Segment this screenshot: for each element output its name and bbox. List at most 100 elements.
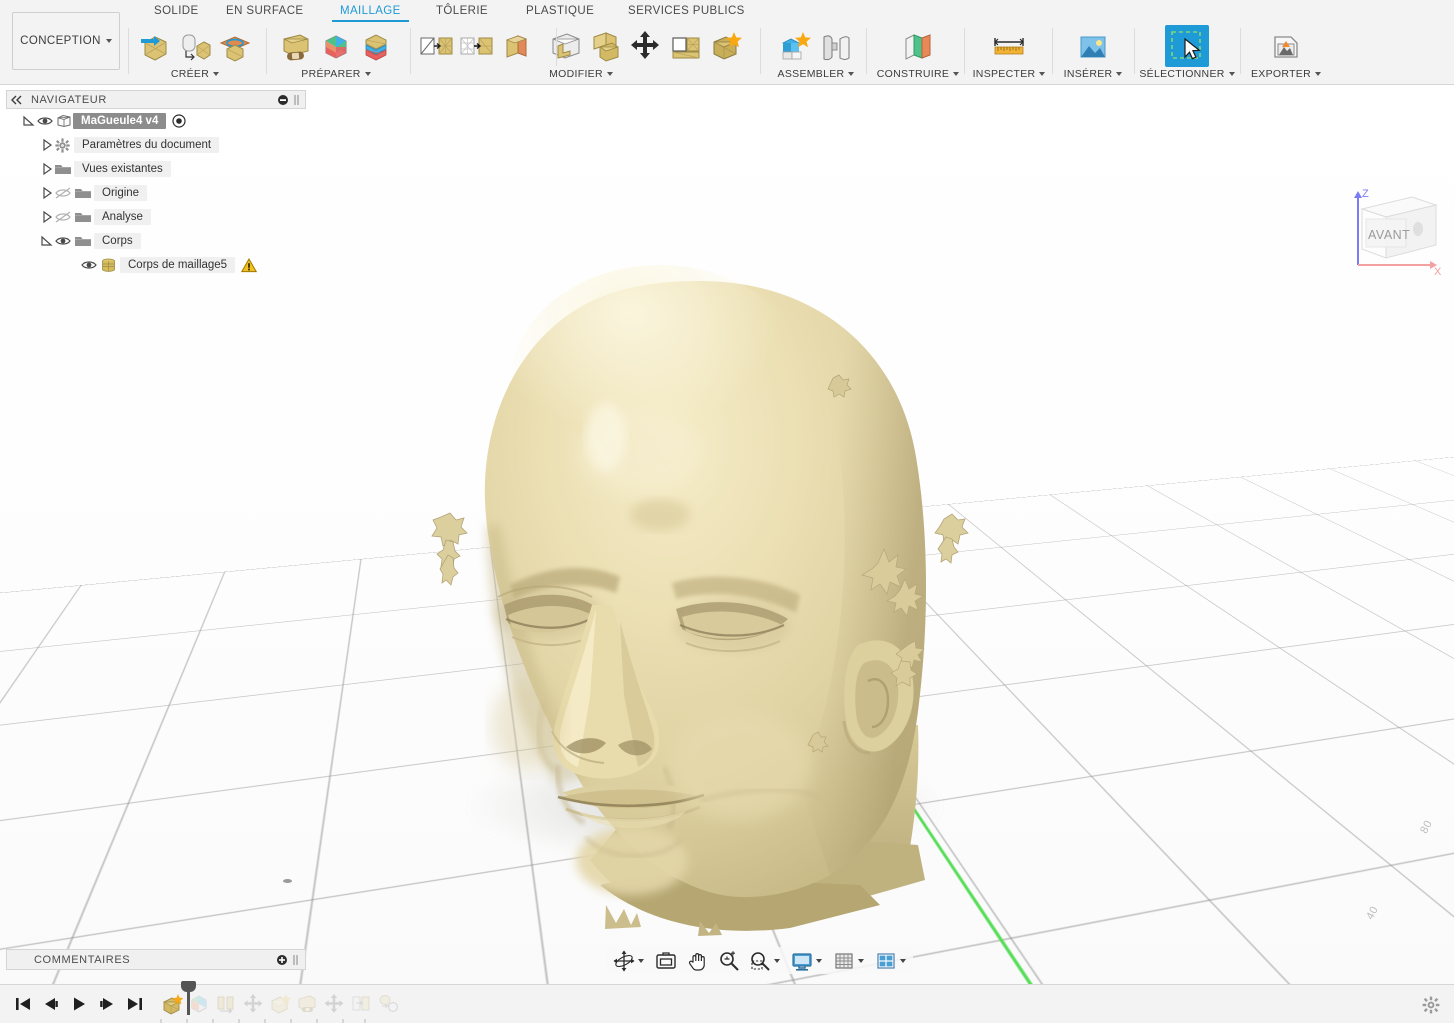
timeline-feature-mesh-remesh[interactable] — [376, 992, 400, 1016]
grid-snaps-icon[interactable] — [831, 949, 866, 973]
chevron-collapsed-icon[interactable] — [40, 210, 54, 224]
visibility-eye-icon[interactable] — [54, 234, 72, 248]
step-backward-button[interactable] — [42, 996, 60, 1012]
panel-label-construire[interactable]: CONSTRUIRE — [877, 68, 960, 80]
chevron-down-icon[interactable] — [816, 958, 822, 963]
chevron-down-icon[interactable] — [638, 958, 644, 963]
look-at-icon[interactable] — [653, 949, 679, 973]
chevron-collapsed-icon[interactable] — [40, 186, 54, 200]
browser-navigator-panel: NAVIGATEUR MaGueule4 v4 Paramètres du do… — [6, 90, 306, 277]
panel-label-selectionner[interactable]: SÉLECTIONNER — [1139, 68, 1235, 80]
mesh-reduce-button[interactable] — [707, 26, 745, 66]
panel-construire: CONSTRUIRE — [870, 22, 966, 84]
workspace-switcher-button[interactable]: CONCEPTION — [12, 12, 120, 70]
mesh-delete-face-button[interactable] — [667, 26, 705, 66]
tab-tolerie[interactable]: TÔLERIE — [428, 0, 496, 22]
chevron-collapsed-icon[interactable] — [40, 162, 54, 176]
browser-row-analysis[interactable]: Analyse — [6, 205, 306, 229]
zoom-icon[interactable] — [716, 949, 742, 973]
panel-creer: CRÉER — [132, 22, 258, 84]
timeline-bar — [0, 981, 1454, 1023]
panel-resize-handle[interactable] — [292, 954, 300, 966]
browser-row-label: Corps de maillage5 — [120, 257, 236, 273]
tab-solide[interactable]: SOLIDE — [146, 0, 207, 22]
warning-icon[interactable] — [241, 257, 258, 273]
panel-resize-handle[interactable] — [293, 94, 301, 106]
new-component-button[interactable] — [777, 26, 815, 66]
skip-to-start-button[interactable] — [14, 996, 32, 1012]
panel-label-inserer[interactable]: INSÉRER — [1064, 68, 1123, 80]
create-mesh-from-solid-button[interactable] — [176, 26, 214, 66]
brep-to-mesh-button[interactable] — [457, 26, 495, 66]
view-cube[interactable]: Z X AVANT — [1340, 183, 1450, 288]
zoom-window-icon[interactable] — [747, 949, 782, 973]
browser-row-component[interactable]: MaGueule4 v4 — [6, 109, 306, 133]
skip-to-end-button[interactable] — [126, 996, 144, 1012]
pan-hand-icon[interactable] — [685, 949, 711, 973]
tab-maillage[interactable]: MAILLAGE — [332, 0, 409, 22]
chevron-expanded-icon[interactable] — [22, 114, 36, 128]
tab-services-publics[interactable]: SERVICES PUBLICS — [620, 0, 753, 22]
add-comment-icon[interactable] — [276, 954, 288, 966]
timeline-feature-mesh-split[interactable] — [214, 992, 238, 1016]
timeline-feature-mesh-combine[interactable] — [268, 992, 292, 1016]
orbit-icon[interactable] — [611, 949, 646, 973]
chevron-down-icon[interactable] — [858, 958, 864, 963]
mesh-segment-button[interactable] — [317, 26, 355, 66]
insert-canvas-button[interactable] — [1069, 26, 1117, 66]
browser-row-mesh-body[interactable]: Corps de maillage5 — [6, 253, 306, 277]
browser-row-origin[interactable]: Origine — [6, 181, 306, 205]
activate-component-radio[interactable] — [172, 114, 186, 128]
visibility-eye-off-icon[interactable] — [54, 210, 72, 224]
panel-label-creer[interactable]: CRÉER — [171, 68, 220, 80]
mesh-separate-button[interactable] — [357, 26, 395, 66]
mesh-shell-button[interactable] — [547, 26, 585, 66]
mesh-plane-cut-button[interactable] — [497, 26, 535, 66]
chevron-down-icon[interactable] — [774, 958, 780, 963]
move-copy-button[interactable] — [627, 26, 665, 66]
mesh-repair-button[interactable] — [277, 26, 315, 66]
visibility-eye-off-icon[interactable] — [54, 186, 72, 200]
timeline-settings-gear-icon[interactable] — [1422, 996, 1440, 1014]
create-mesh-section-button[interactable] — [216, 26, 254, 66]
timeline-feature-mesh-repair[interactable] — [295, 992, 319, 1016]
collapse-left-icon[interactable] — [11, 95, 23, 105]
export-button[interactable] — [1262, 26, 1310, 66]
timeline-feature-list — [160, 981, 403, 1023]
timeline-feature-move[interactable] — [241, 992, 265, 1016]
play-button[interactable] — [70, 996, 88, 1012]
timeline-feature-mesh-plane[interactable] — [349, 992, 373, 1016]
timeline-feature-move-2[interactable] — [322, 992, 346, 1016]
panel-label-exporter[interactable]: EXPORTER — [1251, 68, 1321, 80]
browser-row-named-views[interactable]: Vues existantes — [6, 157, 306, 181]
display-settings-icon[interactable] — [789, 949, 824, 973]
chevron-down-icon[interactable] — [900, 958, 906, 963]
panel-label-assembler[interactable]: ASSEMBLER — [778, 68, 855, 80]
timeline-feature-mesh-section[interactable] — [187, 992, 211, 1016]
chevron-expanded-icon[interactable] — [40, 234, 54, 248]
visibility-eye-icon[interactable] — [80, 258, 98, 272]
panel-assembler: ASSEMBLER — [764, 22, 868, 84]
tab-plastique[interactable]: PLASTIQUE — [518, 0, 602, 22]
mesh-combine-button[interactable] — [587, 26, 625, 66]
panel-label-modifier[interactable]: MODIFIER — [549, 68, 613, 80]
panel-label-inspecter[interactable]: INSPECTER — [973, 68, 1046, 80]
chevron-collapsed-icon[interactable] — [40, 138, 54, 152]
collapse-all-icon[interactable] — [277, 94, 289, 106]
visibility-eye-icon[interactable] — [36, 114, 54, 128]
browser-row-label: Paramètres du document — [74, 137, 220, 153]
construct-plane-button[interactable] — [890, 26, 946, 66]
create-mesh-button[interactable] — [136, 26, 174, 66]
mesh-to-brep-button[interactable] — [417, 26, 455, 66]
browser-row-document-settings[interactable]: Paramètres du document — [6, 133, 306, 157]
panel-inserer: INSÉRER — [1056, 22, 1130, 84]
joint-button[interactable] — [817, 26, 855, 66]
select-tool-button[interactable] — [1165, 25, 1209, 67]
browser-row-bodies[interactable]: Corps — [6, 229, 306, 253]
comments-panel[interactable]: COMMENTAIRES — [6, 949, 306, 970]
step-forward-button[interactable] — [98, 996, 116, 1012]
panel-label-preparer[interactable]: PRÉPARER — [301, 68, 371, 80]
measure-button[interactable] — [983, 26, 1035, 66]
tab-en-surface[interactable]: EN SURFACE — [218, 0, 312, 22]
viewport-layout-icon[interactable] — [873, 949, 908, 973]
